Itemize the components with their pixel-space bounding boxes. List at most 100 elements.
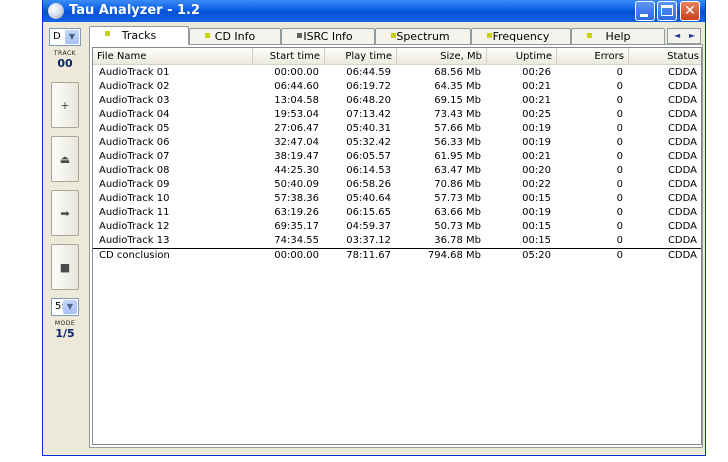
chevron-left-icon[interactable]: ◄ bbox=[674, 31, 680, 40]
minimize-button[interactable] bbox=[635, 1, 655, 21]
file-name-cell: AudioTrack 09 bbox=[99, 179, 170, 190]
errors-cell: 0 bbox=[616, 165, 623, 176]
uptime-cell: 00:22 bbox=[522, 179, 551, 190]
size-cell: 36.78 Mb bbox=[434, 235, 481, 246]
column-header[interactable]: File Name bbox=[93, 48, 253, 65]
status-cell: CDDA bbox=[667, 207, 697, 218]
app-logo-icon bbox=[48, 3, 64, 19]
stop-icon: ■ bbox=[59, 261, 71, 274]
uptime-cell: 00:26 bbox=[522, 67, 551, 78]
table-row[interactable]: AudioTrack 09 50:40.09 06:58.26 70.86 Mb 00:… bbox=[93, 178, 701, 192]
uptime-cell: 00:19 bbox=[522, 207, 551, 218]
tab-label: Help bbox=[605, 30, 631, 43]
close-button[interactable]: ✕ bbox=[680, 1, 700, 21]
file-name-cell: AudioTrack 01 bbox=[99, 67, 170, 78]
tracks-panel: File Name Start time Play time Size, Mb … bbox=[89, 44, 703, 448]
play-time-cell: 06:14.53 bbox=[346, 165, 391, 176]
uptime-cell: 00:19 bbox=[522, 137, 551, 148]
play-time-cell: 06:15.65 bbox=[346, 207, 391, 218]
maximize-button[interactable] bbox=[657, 1, 677, 21]
uptime-cell: 00:21 bbox=[522, 81, 551, 92]
errors-cell: 0 bbox=[616, 235, 623, 246]
size-cell: 56.33 Mb bbox=[434, 137, 481, 148]
start-time-cell: 69:35.17 bbox=[274, 221, 319, 232]
play-time-cell: 05:40.64 bbox=[346, 193, 391, 204]
tab-strip: Tracks CD Info ISRC Info Spectrum Freque… bbox=[89, 26, 703, 45]
table-row[interactable]: AudioTrack 03 13:04.58 06:48.20 69.15 Mb 00:… bbox=[93, 94, 701, 108]
play-button[interactable]: ➡ bbox=[51, 190, 79, 236]
speed-select[interactable]: 5: ▼ bbox=[51, 298, 79, 316]
mode-label: MODE bbox=[54, 320, 76, 327]
column-header[interactable]: Start time bbox=[253, 48, 325, 65]
column-header[interactable]: Uptime bbox=[487, 48, 557, 65]
table-row[interactable]: AudioTrack 02 06:44.60 06:19.72 64.35 Mb 00:… bbox=[93, 80, 701, 94]
table-row[interactable]: AudioTrack 13 74:34.55 03:37.12 36.78 Mb 00:… bbox=[93, 234, 701, 248]
errors-cell: 0 bbox=[616, 123, 623, 134]
tab-frequency[interactable]: Frequency bbox=[471, 28, 571, 44]
stop-button[interactable]: ■ bbox=[51, 244, 79, 290]
status-cell: CDDA bbox=[667, 151, 697, 162]
errors-cell: 0 bbox=[616, 137, 623, 148]
file-name-cell: AudioTrack 12 bbox=[99, 221, 170, 232]
start-time-cell: 06:44.60 bbox=[274, 81, 319, 92]
tab-isrc-info[interactable]: ISRC Info bbox=[281, 28, 375, 44]
column-header[interactable]: Size, Mb bbox=[397, 48, 487, 65]
size-cell: 50.73 Mb bbox=[434, 221, 481, 232]
play-time-cell: 05:40.31 bbox=[346, 123, 391, 134]
status-cell: CDDA bbox=[667, 81, 697, 92]
errors-cell: 0 bbox=[616, 221, 623, 232]
status-cell: CDDA bbox=[667, 67, 697, 78]
title-bar[interactable]: Tau Analyzer - 1.2 ✕ bbox=[43, 0, 705, 22]
add-button[interactable]: + bbox=[51, 82, 79, 128]
play-time-cell: 04:59.37 bbox=[346, 221, 391, 232]
tracks-list[interactable]: File Name Start time Play time Size, Mb … bbox=[92, 47, 702, 445]
file-name-cell: AudioTrack 06 bbox=[99, 137, 170, 148]
tab-help[interactable]: Help bbox=[571, 28, 665, 44]
eject-button[interactable]: ⏏ bbox=[51, 136, 79, 182]
table-row[interactable]: AudioTrack 11 63:19.26 06:15.65 63.66 Mb 00:… bbox=[93, 206, 701, 220]
tab-label: Tracks bbox=[121, 29, 157, 42]
table-row[interactable]: AudioTrack 05 27:06.47 05:40.31 57.66 Mb 00:… bbox=[93, 122, 701, 136]
table-row[interactable]: AudioTrack 01 00:00.00 06:44.59 68.56 Mb 00:… bbox=[93, 66, 701, 80]
mode-value: 1/5 bbox=[55, 327, 75, 340]
start-time-cell: 63:19.26 bbox=[274, 207, 319, 218]
list-header: File Name Start time Play time Size, Mb … bbox=[93, 48, 701, 65]
uptime-cell: 00:21 bbox=[522, 151, 551, 162]
start-time-cell: 27:06.47 bbox=[274, 123, 319, 134]
table-row[interactable]: AudioTrack 10 57:38.36 05:40.64 57.73 Mb 00:… bbox=[93, 192, 701, 206]
chevron-right-icon[interactable]: ► bbox=[689, 31, 695, 40]
start-time-cell: 44:25.30 bbox=[274, 165, 319, 176]
uptime-cell: 00:21 bbox=[522, 95, 551, 106]
errors-cell: 0 bbox=[616, 179, 623, 190]
size-cell: 57.66 Mb bbox=[434, 123, 481, 134]
errors-cell: 0 bbox=[616, 250, 623, 261]
status-cell: CDDA bbox=[667, 95, 697, 106]
column-header[interactable]: Status bbox=[629, 48, 703, 65]
tab-cd-info[interactable]: CD Info bbox=[189, 28, 281, 44]
table-row[interactable]: AudioTrack 07 38:19.47 06:05.57 61.95 Mb 00:… bbox=[93, 150, 701, 164]
status-cell: CDDA bbox=[667, 165, 697, 176]
size-cell: 61.95 Mb bbox=[434, 151, 481, 162]
uptime-cell: 05:20 bbox=[522, 250, 551, 261]
tab-label: ISRC Info bbox=[303, 30, 353, 43]
table-row[interactable]: AudioTrack 06 32:47.04 05:32.42 56.33 Mb 00:… bbox=[93, 136, 701, 150]
plus-icon: + bbox=[60, 99, 70, 112]
table-row[interactable]: AudioTrack 12 69:35.17 04:59.37 50.73 Mb 00:… bbox=[93, 220, 701, 234]
drive-select[interactable]: D ▼ bbox=[49, 28, 81, 46]
play-time-cell: 07:13.42 bbox=[346, 109, 391, 120]
chevron-down-icon[interactable]: ▼ bbox=[65, 30, 79, 44]
file-name-cell: AudioTrack 07 bbox=[99, 151, 170, 162]
tab-tracks[interactable]: Tracks bbox=[89, 26, 189, 45]
table-row[interactable]: AudioTrack 08 44:25.30 06:14.53 63.47 Mb 00:… bbox=[93, 164, 701, 178]
size-cell: 64.35 Mb bbox=[434, 81, 481, 92]
tab-spectrum[interactable]: Spectrum bbox=[375, 28, 471, 44]
chevron-down-icon[interactable]: ▼ bbox=[63, 300, 77, 314]
errors-cell: 0 bbox=[616, 81, 623, 92]
table-row[interactable]: AudioTrack 04 19:53.04 07:13.42 73.43 Mb 00:… bbox=[93, 108, 701, 122]
column-header[interactable]: Play time bbox=[325, 48, 397, 65]
maximize-icon bbox=[661, 5, 673, 16]
column-header[interactable]: Errors bbox=[557, 48, 629, 65]
summary-row[interactable]: CD conclusion 00:00.00 78:11.67 794.68 Mb 05… bbox=[93, 248, 701, 262]
file-name-cell: AudioTrack 02 bbox=[99, 81, 170, 92]
size-cell: 794.68 Mb bbox=[427, 250, 481, 261]
